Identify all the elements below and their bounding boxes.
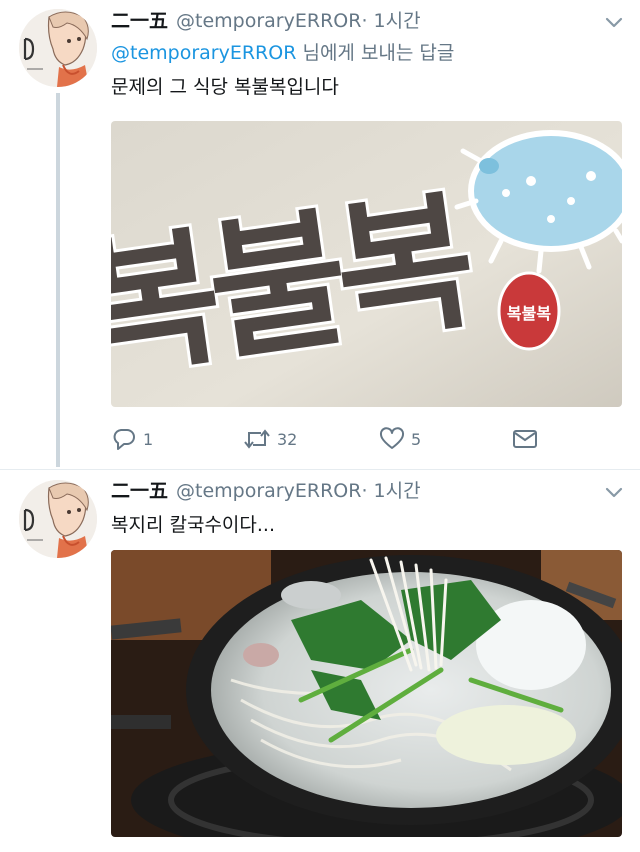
avatar-illustration [19, 480, 97, 558]
reply-button[interactable]: 1 [111, 425, 153, 453]
chevron-down-icon[interactable] [603, 482, 625, 504]
reply-suffix: 님에게 보내는 답글 [296, 42, 455, 64]
thread-line [56, 93, 60, 467]
retweet-count: 32 [277, 429, 298, 449]
restaurant-sign-photo: 복불복 복불복 [111, 121, 622, 407]
message-icon [513, 430, 537, 448]
tweet-text: 문제의 그 식당 복불복입니다 [111, 76, 339, 98]
tweet-actions: 1 32 5 [111, 425, 631, 453]
timestamp[interactable]: · 1시간 [361, 480, 420, 502]
tweet-header: 二一五 @temporaryERROR· 1시간 [111, 476, 421, 503]
reply-mention[interactable]: @temporaryERROR [111, 42, 296, 64]
noodle-soup-photo [111, 550, 622, 837]
like-button[interactable]: 5 [379, 425, 421, 453]
reply-icon [113, 429, 135, 450]
timestamp[interactable]: · 1시간 [361, 10, 420, 32]
tweet-2[interactable]: 二一五 @temporaryERROR· 1시간 복지리 칼국수이다... [0, 470, 640, 852]
tweet-photo[interactable]: 복불복 복불복 [111, 121, 622, 407]
like-icon [379, 427, 405, 449]
display-name[interactable]: 二一五 [111, 480, 168, 502]
user-handle[interactable]: @temporaryERROR [176, 10, 361, 32]
tweet-header: 二一五 @temporaryERROR· 1시간 [111, 6, 421, 33]
direct-message-button[interactable] [511, 425, 539, 453]
tweet-text: 복지리 칼국수이다... [111, 514, 275, 536]
reply-count: 1 [143, 429, 154, 449]
tweet-1[interactable]: 二一五 @temporaryERROR· 1시간 @temporaryERROR … [0, 0, 640, 470]
avatar-illustration [19, 9, 97, 87]
display-name[interactable]: 二一五 [111, 10, 168, 32]
stamp-text: 복불복 [507, 304, 551, 323]
retweet-icon [244, 429, 270, 449]
avatar[interactable] [19, 9, 97, 87]
user-handle[interactable]: @temporaryERROR [176, 480, 361, 502]
sign-stamp: 복불복 [497, 271, 561, 351]
tweet-photo[interactable] [111, 550, 622, 837]
avatar[interactable] [19, 480, 97, 558]
retweet-button[interactable]: 32 [243, 425, 297, 453]
chevron-down-icon[interactable] [603, 12, 625, 34]
reply-context: @temporaryERROR 님에게 보내는 답글 [111, 38, 454, 65]
like-count: 5 [411, 429, 422, 449]
